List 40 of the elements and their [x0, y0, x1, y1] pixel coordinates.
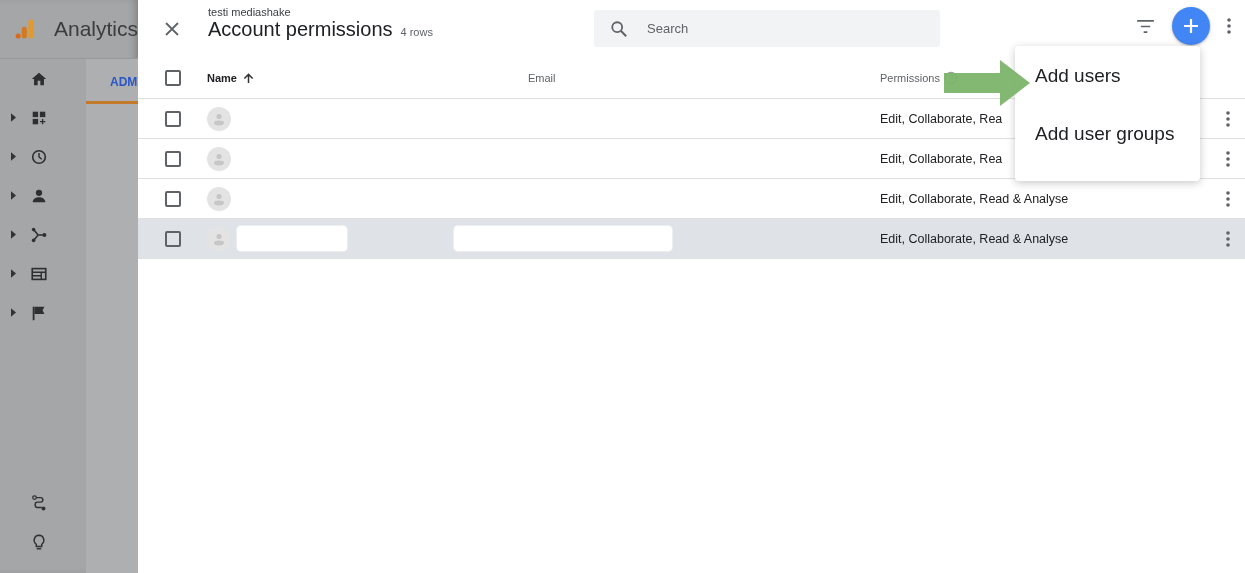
table-cell: Edit, Collaborate, Rea	[880, 151, 1003, 166]
path-icon[interactable]	[30, 493, 48, 512]
lightbulb-icon[interactable]	[30, 532, 48, 551]
more-icon[interactable]	[1226, 190, 1230, 207]
checkbox[interactable]	[165, 70, 181, 86]
expand-icon[interactable]	[11, 152, 16, 161]
column-header[interactable]: Permissions	[880, 72, 940, 84]
expand-icon[interactable]	[11, 230, 16, 239]
clock-icon[interactable]	[30, 147, 48, 166]
checkbox[interactable]	[165, 150, 181, 167]
table-cell: Edit, Collaborate, Read & Analyse	[880, 191, 1069, 206]
sort-arrow-icon[interactable]	[242, 72, 254, 84]
menu-item[interactable]: Add user groups	[1035, 123, 1175, 152]
more-icon[interactable]	[1226, 110, 1230, 127]
branching-icon[interactable]	[30, 225, 48, 244]
checkbox[interactable]	[165, 190, 181, 207]
more-icon[interactable]	[1226, 230, 1230, 247]
filter-icon[interactable]	[1136, 19, 1155, 33]
panel-title: Account permissions	[208, 17, 393, 41]
table-cell: Edit, Collaborate, Rea	[880, 111, 1003, 126]
close-icon[interactable]	[165, 22, 179, 36]
menu-item[interactable]: Add users	[1035, 65, 1121, 94]
checkbox[interactable]	[165, 110, 181, 127]
table-cell: Edit, Collaborate, Read & Analyse	[880, 231, 1069, 246]
search-field[interactable]: Search	[594, 9, 940, 47]
app-title: Analytics	[53, 17, 138, 41]
row-count: 4 rows	[400, 25, 433, 38]
column-header[interactable]: Name	[207, 72, 237, 84]
add-button[interactable]	[1172, 7, 1210, 45]
account-name: testi mediashake	[208, 5, 292, 18]
checkbox[interactable]	[165, 230, 181, 247]
more-icon[interactable]	[1227, 18, 1231, 34]
more-icon[interactable]	[1226, 150, 1230, 167]
arrow-icon	[944, 60, 1030, 106]
expand-icon[interactable]	[11, 269, 16, 278]
expand-icon[interactable]	[11, 191, 16, 200]
expand-icon[interactable]	[11, 113, 16, 122]
plus-icon	[1183, 18, 1199, 34]
expand-icon[interactable]	[11, 308, 16, 317]
column-header[interactable]: Email	[528, 72, 556, 84]
